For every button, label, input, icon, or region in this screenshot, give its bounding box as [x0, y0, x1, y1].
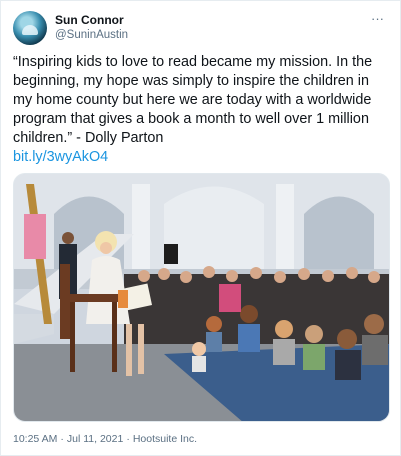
author-handle[interactable]: @SuninAustin	[55, 29, 128, 41]
tweet-photo[interactable]	[13, 173, 390, 422]
meta-separator: ·	[126, 433, 130, 445]
meta-separator: ·	[60, 433, 64, 445]
author-name[interactable]: Sun Connor	[55, 13, 124, 27]
more-options-icon[interactable]: ···	[371, 11, 384, 26]
tweet-link[interactable]: bit.ly/3wyAkO4	[13, 149, 108, 165]
photo-illustration	[14, 174, 389, 421]
avatar[interactable]	[13, 11, 47, 45]
tweet-text-block: “Inspiring kids to love to read became m…	[13, 53, 391, 167]
tweet-date[interactable]: Jul 11, 2021	[67, 433, 123, 445]
tweet-source[interactable]: Hootsuite Inc.	[133, 433, 197, 445]
tweet-card: Sun Connor @SuninAustin ··· “Inspiring k…	[0, 0, 401, 456]
tweet-text: “Inspiring kids to love to read became m…	[13, 54, 373, 146]
tweet-header: Sun Connor @SuninAustin ···	[13, 11, 388, 47]
tweet-time[interactable]: 10:25 AM	[13, 433, 57, 445]
tweet-meta: 10:25 AM · Jul 11, 2021 · Hootsuite Inc.	[13, 433, 197, 445]
